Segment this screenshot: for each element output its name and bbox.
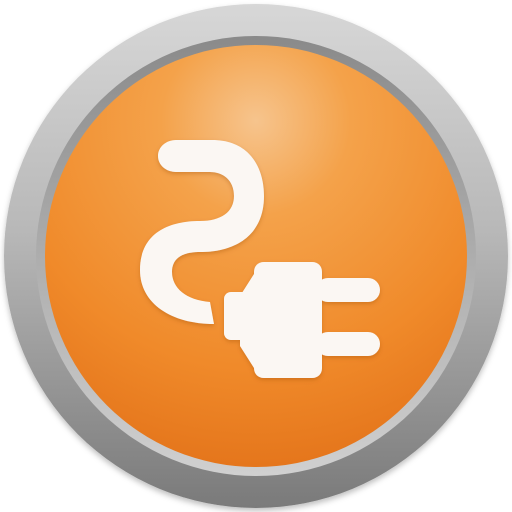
power-plug-icon — [4, 4, 508, 508]
power-plug-app-icon — [0, 0, 512, 512]
plug-prong-bottom — [316, 332, 380, 356]
plug-prong-top — [316, 278, 380, 302]
plug-body — [254, 262, 322, 378]
orange-disc — [45, 45, 467, 467]
